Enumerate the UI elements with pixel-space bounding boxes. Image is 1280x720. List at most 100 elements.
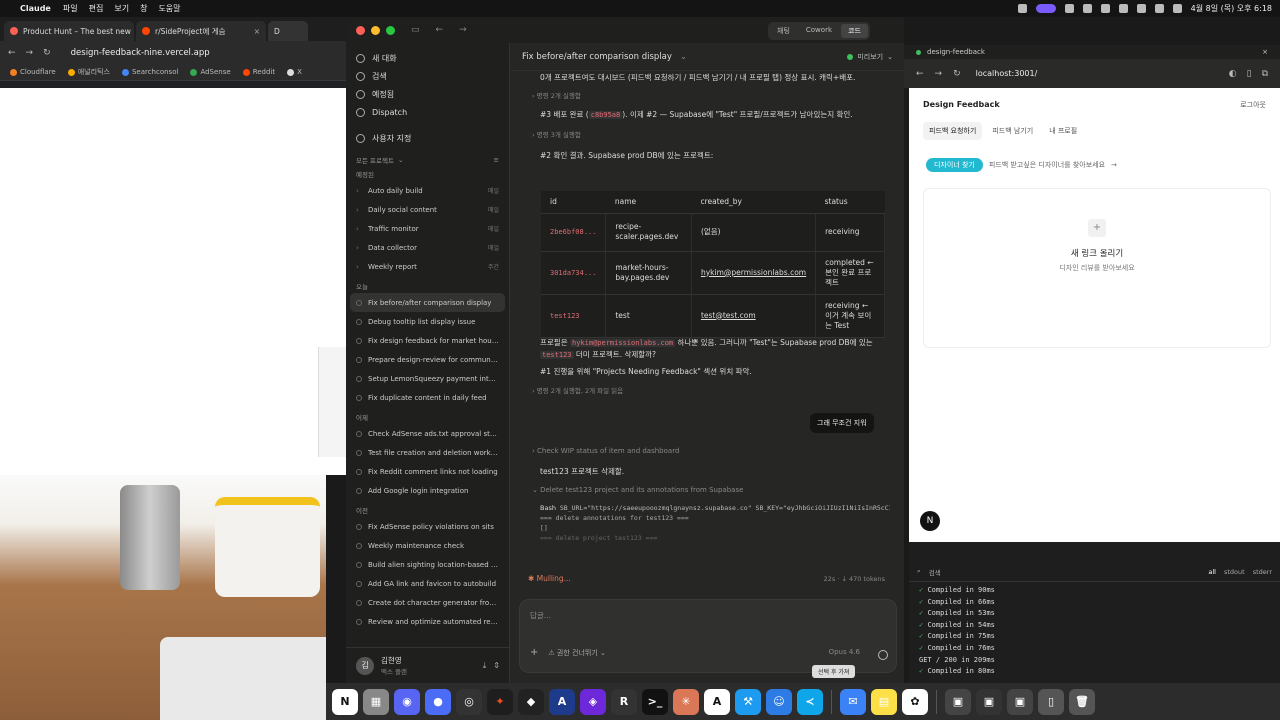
- discord-icon[interactable]: ◉: [394, 688, 420, 715]
- dispatch-button[interactable]: Dispatch: [346, 103, 509, 121]
- terminal-search[interactable]: 검색: [929, 567, 941, 577]
- window-thumbnail-icon[interactable]: ▣: [1007, 688, 1033, 715]
- session-item[interactable]: Fix Reddit comment links not loading: [346, 462, 509, 481]
- browser-tab-active[interactable]: D: [268, 21, 308, 41]
- session-item[interactable]: Debug tooltip list display issue: [346, 312, 509, 331]
- filter-stderr[interactable]: stderr: [1253, 568, 1272, 576]
- xcode-icon[interactable]: ⚒: [735, 688, 761, 715]
- chat-title[interactable]: Fix before/after comparison display: [522, 52, 672, 62]
- task-toggle[interactable]: ⌄ Delete test123 project and its annotat…: [532, 485, 892, 496]
- menu-file[interactable]: 파일: [63, 3, 78, 14]
- figma-icon[interactable]: ✦: [487, 688, 513, 715]
- bookmark-x[interactable]: X: [287, 68, 302, 76]
- email-link[interactable]: test@test.com: [691, 294, 817, 338]
- mobile-icon[interactable]: ▯: [1247, 69, 1252, 79]
- sync-icon[interactable]: [1100, 4, 1110, 13]
- dev-address-bar[interactable]: localhost:3001/: [976, 69, 1038, 78]
- session-item[interactable]: Fix before/after comparison display: [350, 293, 505, 312]
- tool-group-toggle[interactable]: › 명령 2개 실행함, 2개 파일 읽음: [532, 386, 892, 397]
- open-external-icon[interactable]: ⧉: [1262, 69, 1268, 79]
- find-designer-pill[interactable]: 디자이너 찾기: [926, 158, 983, 172]
- theme-icon[interactable]: ◐: [1229, 69, 1237, 79]
- mail-icon[interactable]: ✉: [840, 688, 866, 715]
- reload-icon[interactable]: ↻: [953, 69, 961, 79]
- forward-icon[interactable]: →: [26, 48, 34, 58]
- menu-window[interactable]: 창: [140, 3, 147, 14]
- notion-icon[interactable]: [1082, 4, 1092, 13]
- session-item[interactable]: Prepare design-review for community ...: [346, 350, 509, 369]
- tool-group-toggle[interactable]: › 명령 3개 실행함: [532, 130, 892, 141]
- notes-icon[interactable]: ▤: [871, 688, 897, 715]
- filter-all[interactable]: all: [1208, 568, 1216, 576]
- filter-icon[interactable]: ≡: [494, 156, 499, 164]
- terminal-icon[interactable]: >_: [642, 688, 668, 715]
- menu-clock[interactable]: 4월 8일 (목) 오후 6:18: [1191, 3, 1272, 14]
- close-icon[interactable]: ×: [254, 27, 260, 36]
- task-toggle[interactable]: › Check WIP status of item and dashboard: [532, 446, 892, 457]
- close-icon[interactable]: ×: [1262, 48, 1268, 56]
- status-icon[interactable]: [1017, 4, 1027, 13]
- session-item[interactable]: Review and optimize automated reven...: [346, 612, 509, 631]
- menu-help[interactable]: 도움말: [158, 3, 180, 14]
- messenger-icon[interactable]: ●: [425, 688, 451, 715]
- battery-icon[interactable]: [1118, 4, 1128, 13]
- calculator-icon[interactable]: ▦: [363, 688, 389, 715]
- window-thumbnail-icon[interactable]: ▣: [945, 688, 971, 715]
- finder-icon[interactable]: ☺: [766, 688, 792, 715]
- nextjs-dev-badge[interactable]: N: [920, 511, 940, 531]
- back-icon[interactable]: ←: [436, 25, 444, 35]
- tab-give-feedback[interactable]: 피드백 남기기: [986, 122, 1039, 140]
- obsidian-icon[interactable]: ◈: [580, 688, 606, 715]
- logout-button[interactable]: 로그아웃: [1240, 100, 1266, 110]
- scheduled-button[interactable]: 예정됨: [346, 85, 509, 103]
- page-side-widget[interactable]: [318, 347, 346, 457]
- session-item[interactable]: › Traffic monitor 매일: [346, 219, 509, 238]
- window-thumbnail-icon[interactable]: ▯: [1038, 688, 1064, 715]
- sidebar-toggle-icon[interactable]: ▭: [411, 25, 420, 35]
- session-item[interactable]: › Weekly report 주간: [346, 257, 509, 276]
- filter-stdout[interactable]: stdout: [1224, 568, 1245, 576]
- browser-tab-reddit[interactable]: r/SideProject에 게슴 ×: [136, 21, 266, 41]
- find-designer-banner[interactable]: 디자이너 찾기 피드백 받고싶은 디자이너를 찾아보세요 →: [926, 158, 1117, 172]
- chrome-icon[interactable]: ◎: [456, 688, 482, 715]
- preview-toggle[interactable]: 미리보기 ⌄: [847, 52, 893, 62]
- projects-filter[interactable]: 모든 프로젝트 ⌄ ≡: [346, 153, 509, 167]
- email-link[interactable]: hykim@permissionlabs.com: [691, 251, 817, 295]
- search-button[interactable]: 검색: [346, 67, 509, 85]
- web-page-content[interactable]: [0, 88, 346, 475]
- user-profile[interactable]: 김 김현영 맥스 플랜 ⤓ ⇕: [346, 647, 510, 683]
- session-item[interactable]: Create dot character generator from p...: [346, 593, 509, 612]
- search-icon[interactable]: [1154, 4, 1164, 13]
- model-selector[interactable]: Opus 4.6: [829, 648, 860, 656]
- session-item[interactable]: Weekly maintenance check: [346, 536, 509, 555]
- chevron-down-icon[interactable]: ⌄: [680, 52, 687, 62]
- affinity-icon[interactable]: A: [549, 688, 575, 715]
- session-item[interactable]: Build alien sighting location-based vide…: [346, 555, 509, 574]
- close-window-button[interactable]: [356, 25, 365, 35]
- session-item[interactable]: Test file creation and deletion workflow: [346, 443, 509, 462]
- forward-icon[interactable]: →: [459, 25, 467, 35]
- raycast-icon[interactable]: R: [611, 688, 637, 715]
- back-icon[interactable]: ←: [8, 48, 16, 58]
- plus-icon[interactable]: +: [530, 647, 538, 658]
- bookmark-analytics[interactable]: 애널리틱스: [67, 67, 110, 77]
- wifi-icon[interactable]: [1136, 4, 1146, 13]
- reload-icon[interactable]: ↻: [43, 48, 51, 58]
- session-item[interactable]: Fix design feedback for market hours s..…: [346, 331, 509, 350]
- dev-browser-tab[interactable]: design-feedback: [927, 48, 985, 56]
- app-title[interactable]: Design Feedback: [923, 100, 1000, 109]
- tab-my-profile[interactable]: 내 프로필: [1043, 122, 1083, 140]
- customize-button[interactable]: 사용자 지정: [346, 129, 509, 147]
- window-thumbnail-icon[interactable]: ▣: [976, 688, 1002, 715]
- session-item[interactable]: › Data collector 매일: [346, 238, 509, 257]
- bookmark-adsense[interactable]: AdSense: [190, 68, 231, 76]
- trash-icon[interactable]: 🗑: [1069, 688, 1095, 715]
- session-item[interactable]: Fix AdSense policy violations on sits: [346, 517, 509, 536]
- session-item[interactable]: Setup LemonSqueezy payment integra...: [346, 369, 509, 388]
- session-item[interactable]: Check AdSense ads.txt approval status: [346, 424, 509, 443]
- zoom-window-button[interactable]: [386, 25, 395, 35]
- back-icon[interactable]: ←: [916, 69, 924, 79]
- session-item[interactable]: Fix duplicate content in daily feed: [346, 388, 509, 407]
- claude-icon[interactable]: ✳: [673, 688, 699, 715]
- cube-icon[interactable]: ◆: [518, 688, 544, 715]
